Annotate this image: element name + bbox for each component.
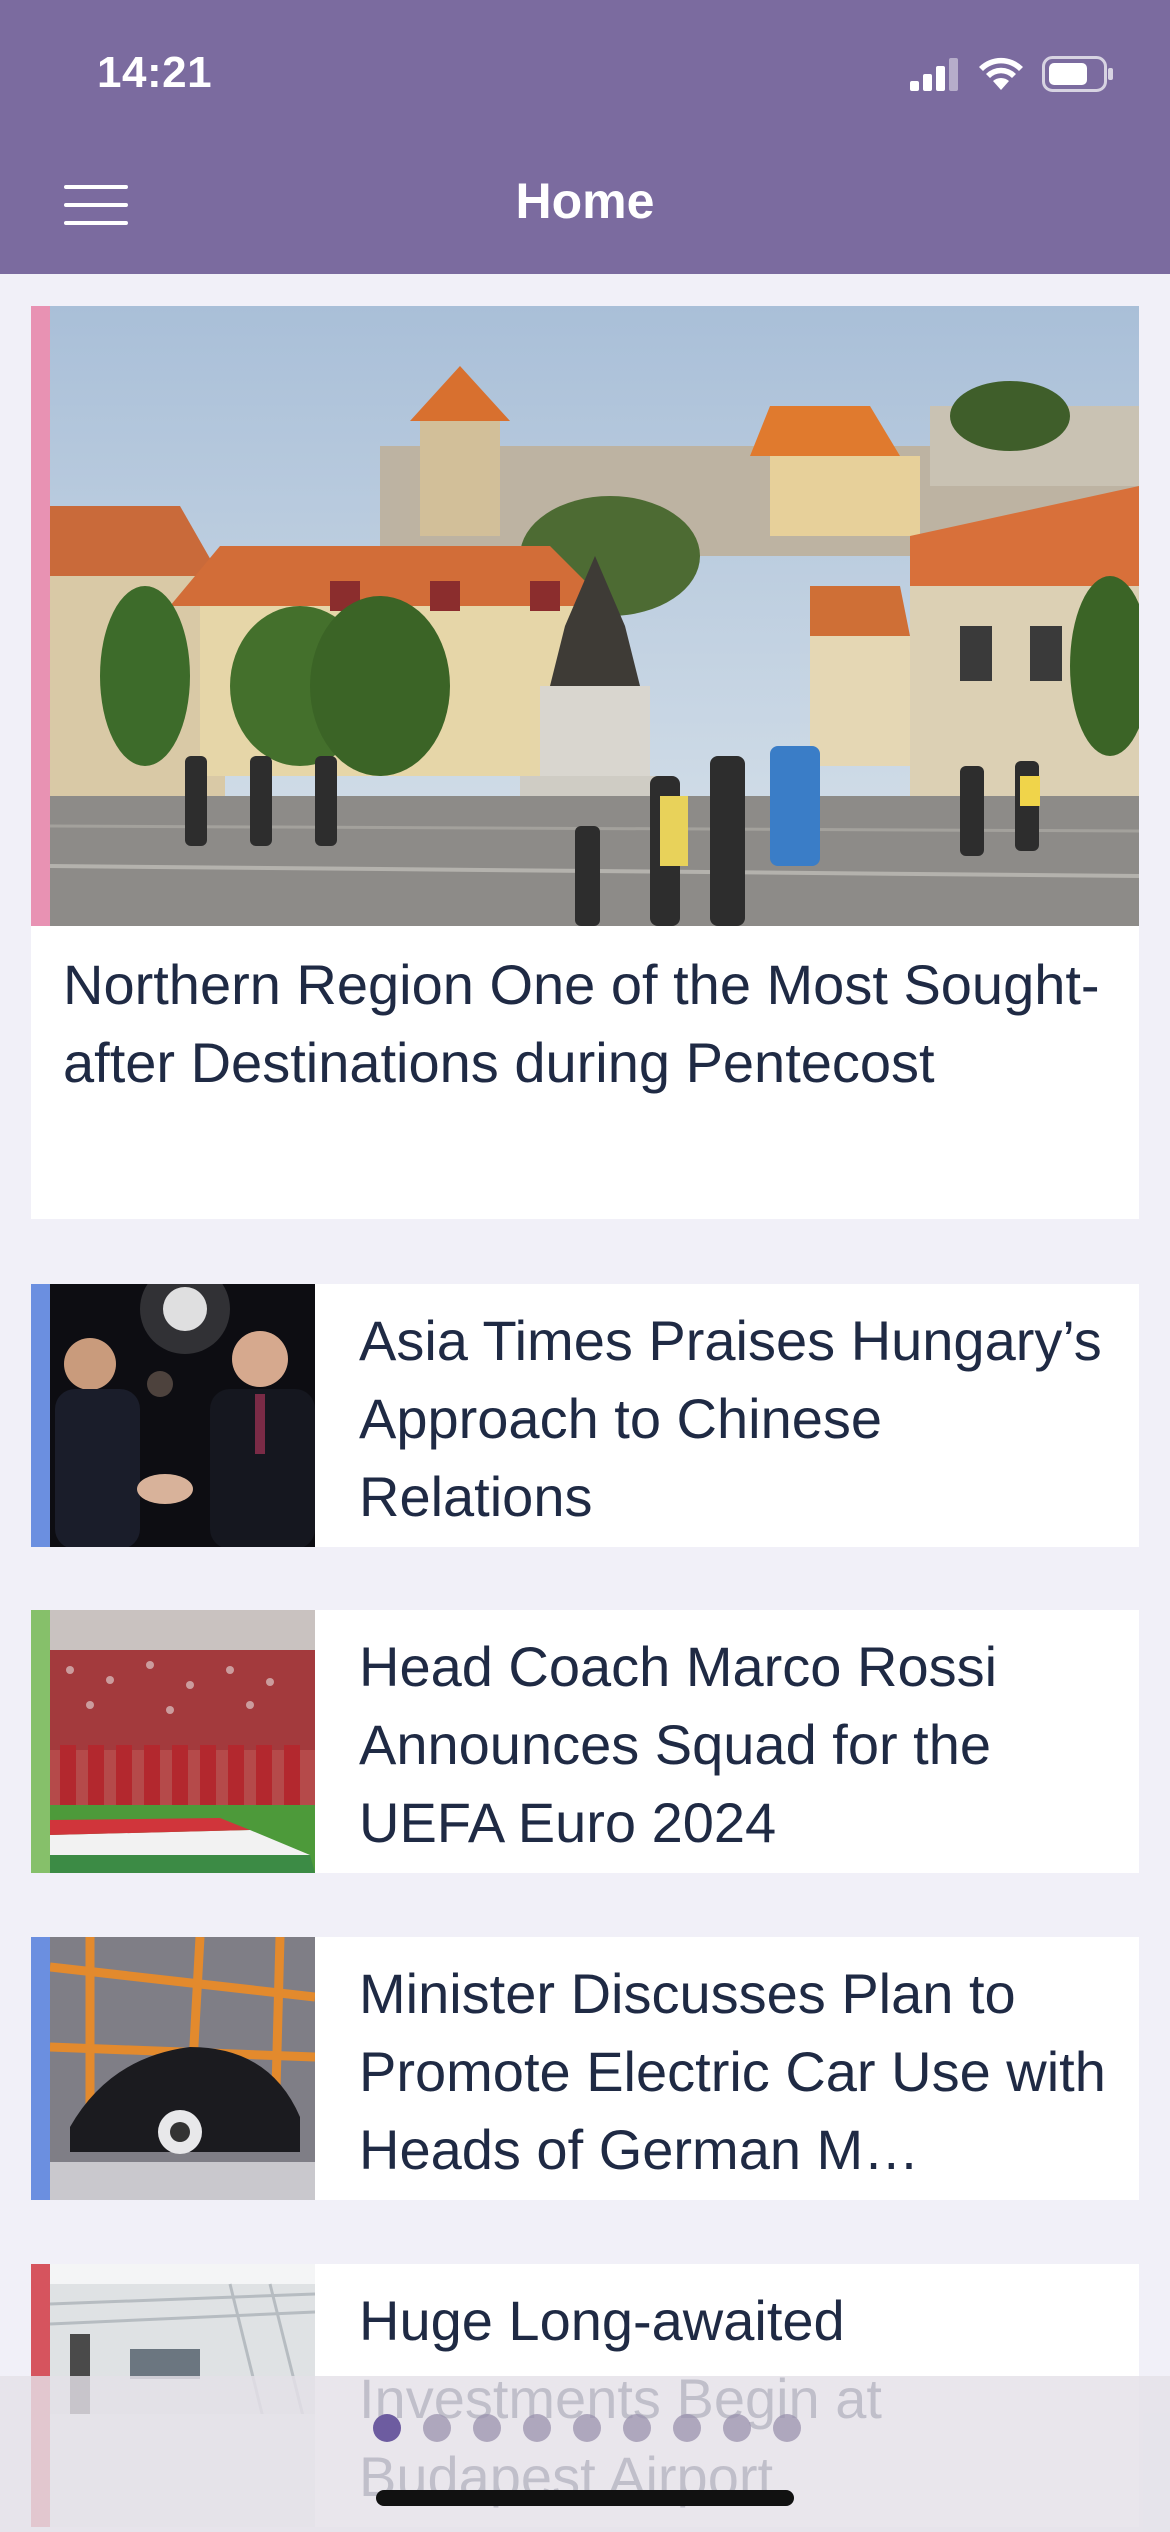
article-card[interactable]: Asia Times Praises Hungary’s Approach to… — [31, 1284, 1139, 1547]
page-dot[interactable] — [673, 2414, 701, 2442]
page-dot[interactable] — [773, 2414, 801, 2442]
bottom-overlay — [0, 2376, 1170, 2532]
page-dot[interactable] — [523, 2414, 551, 2442]
article-card[interactable]: Minister Discusses Plan to Promote Elect… — [31, 1937, 1139, 2200]
page-dot[interactable] — [473, 2414, 501, 2442]
article-title: Minister Discusses Plan to Promote Elect… — [359, 1962, 1106, 2181]
hero-accent-bar — [31, 306, 50, 926]
page-dot[interactable] — [623, 2414, 651, 2442]
status-time: 14:21 — [97, 48, 213, 97]
page-dot[interactable] — [423, 2414, 451, 2442]
app-header: 14:21 Home — [0, 0, 1170, 274]
article-accent-bar — [31, 1937, 50, 2200]
home-indicator[interactable] — [376, 2490, 794, 2506]
signal-icon — [910, 58, 958, 91]
hero-article-title: Northern Region One of the Most Sought-a… — [63, 953, 1100, 1094]
article-thumbnail — [50, 1937, 315, 2200]
hero-article-image — [50, 306, 1139, 926]
article-accent-bar — [31, 1284, 50, 1547]
article-title: Asia Times Praises Hungary’s Approach to… — [359, 1309, 1102, 1528]
status-icons — [910, 52, 1114, 96]
article-title: Head Coach Marco Rossi Announces Squad f… — [359, 1635, 998, 1854]
article-thumbnail — [50, 1610, 315, 1873]
article-thumbnail — [50, 1284, 315, 1547]
article-accent-bar — [31, 1610, 50, 1873]
battery-icon — [1042, 56, 1113, 92]
page-dot[interactable] — [573, 2414, 601, 2442]
hero-article-card[interactable]: Northern Region One of the Most Sought-a… — [31, 306, 1139, 1219]
page-dot[interactable] — [723, 2414, 751, 2442]
page-title: Home — [515, 173, 655, 229]
wifi-icon — [979, 57, 1023, 90]
page-indicator[interactable] — [373, 2414, 801, 2442]
page-dot[interactable] — [373, 2414, 401, 2442]
article-card[interactable]: Head Coach Marco Rossi Announces Squad f… — [31, 1610, 1139, 1873]
